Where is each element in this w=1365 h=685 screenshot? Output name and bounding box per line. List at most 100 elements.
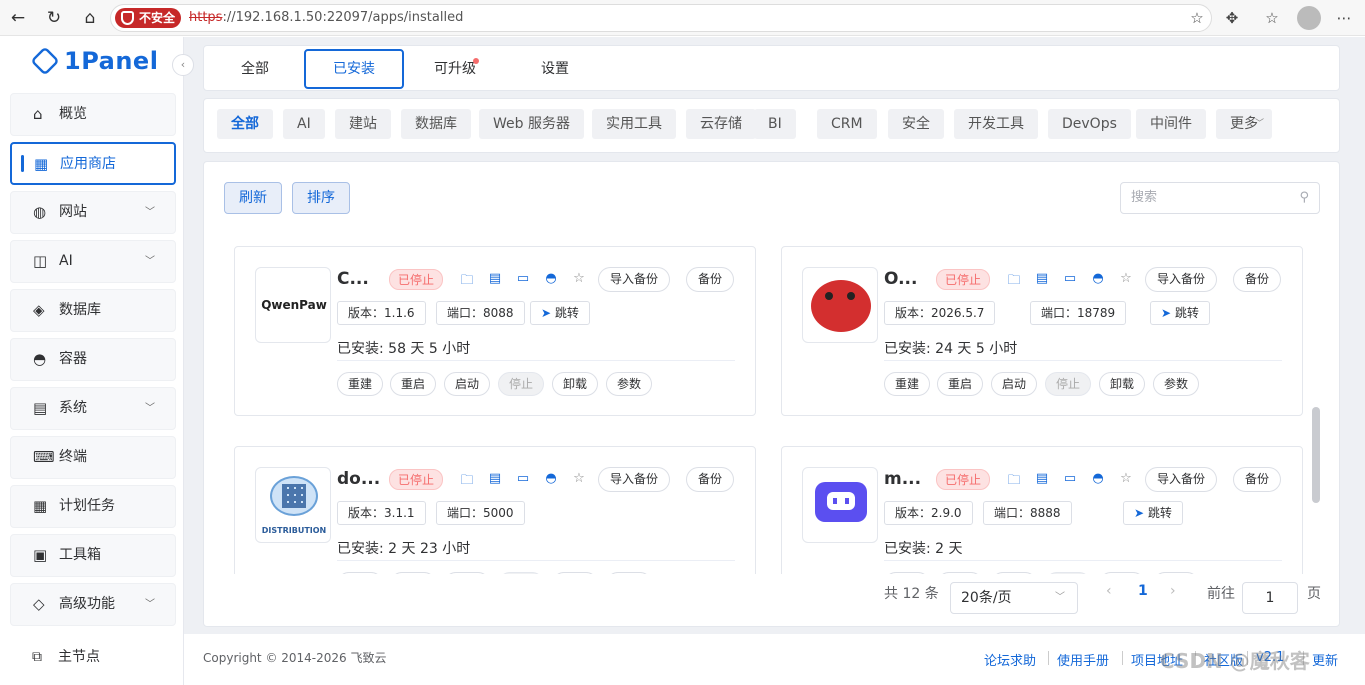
sidebar-item-3[interactable]: ◫ AI ﹀ — [10, 240, 176, 283]
folder-icon[interactable]: 🗀 — [459, 271, 475, 293]
refresh-button[interactable]: 刷新 — [224, 182, 282, 214]
star-icon[interactable]: ☆ — [1118, 271, 1134, 286]
jump-button[interactable]: ➤ 跳转 — [1150, 301, 1210, 325]
sidebar-item-7[interactable]: ⌨ 终端 — [10, 436, 176, 479]
category-1[interactable]: AI — [283, 109, 325, 139]
import-backup-button[interactable]: 导入备份 — [1145, 467, 1218, 492]
action-0-button[interactable]: 重建 — [884, 372, 931, 396]
tab-upgradable[interactable]: 可升级 — [424, 49, 486, 89]
action-2-button[interactable]: 启动 — [991, 572, 1038, 574]
home-icon[interactable]: ⌂ — [78, 6, 102, 30]
action-0-button[interactable]: 重建 — [337, 372, 384, 396]
backup-button[interactable]: 备份 — [1233, 267, 1282, 292]
category-2[interactable]: 建站 — [335, 109, 391, 139]
tab-settings[interactable]: 设置 — [524, 49, 586, 89]
backup-button[interactable]: 备份 — [1233, 467, 1282, 492]
action-4-button[interactable]: 卸载 — [1099, 572, 1146, 574]
import-backup-button[interactable]: 导入备份 — [1145, 267, 1218, 292]
action-4-button[interactable]: 卸载 — [552, 572, 599, 574]
app-card[interactable]: m... 已停止 🗀 ▤ ▭ ◓ ☆ 导入备份 备份 版本：2.9.0 端口：8888 ➤ 跳转 已安装… — [781, 446, 1303, 574]
more-menu-icon[interactable]: ⋯ — [1334, 8, 1354, 28]
category-11[interactable]: DevOps — [1048, 109, 1131, 139]
list-scrollbar[interactable] — [1312, 407, 1320, 503]
page-number-current[interactable]: 1 — [1138, 583, 1148, 599]
action-2-button[interactable]: 启动 — [444, 372, 491, 396]
profile-avatar[interactable] — [1297, 6, 1321, 30]
extensions-icon[interactable]: ✥ — [1222, 8, 1242, 28]
favorites-icon[interactable]: ☆ — [1262, 8, 1282, 28]
log-icon[interactable]: ▤ — [487, 471, 503, 486]
collapse-sidebar-button[interactable]: ‹ — [172, 54, 194, 76]
action-5-button[interactable]: 参数 — [606, 572, 653, 574]
sidebar-item-0[interactable]: ⌂ 概览 — [10, 93, 176, 136]
action-2-button[interactable]: 启动 — [444, 572, 491, 574]
action-5-button[interactable]: 参数 — [1153, 372, 1200, 396]
terminal-icon[interactable]: ▭ — [515, 471, 531, 486]
action-1-button[interactable]: 重启 — [937, 372, 984, 396]
page-size-select[interactable]: 20条/页 ﹀ — [950, 582, 1078, 614]
folder-icon[interactable]: 🗀 — [1006, 271, 1022, 293]
category-6[interactable]: 云存储 — [686, 109, 756, 139]
action-1-button[interactable]: 重启 — [390, 372, 437, 396]
action-0-button[interactable]: 重建 — [337, 572, 384, 574]
app-card[interactable]: DISTRIBUTION do... 已停止 🗀 ▤ ▭ ◓ ☆ 导入备份 备份 版本：3.1.1 端… — [234, 446, 756, 574]
log-icon[interactable]: ▤ — [1034, 271, 1050, 286]
folder-icon[interactable]: 🗀 — [1006, 471, 1022, 493]
jump-button[interactable]: ➤ 跳转 — [530, 301, 590, 325]
category-3[interactable]: 数据库 — [401, 109, 471, 139]
category-9[interactable]: 安全 — [888, 109, 944, 139]
insecure-badge[interactable]: 不安全 — [115, 8, 182, 28]
backup-button[interactable]: 备份 — [686, 267, 735, 292]
action-2-button[interactable]: 启动 — [991, 372, 1038, 396]
terminal-icon[interactable]: ▭ — [1062, 271, 1078, 286]
logo[interactable]: 1Panel — [30, 46, 158, 76]
action-1-button[interactable]: 重启 — [937, 572, 984, 574]
star-icon[interactable]: ☆ — [571, 271, 587, 286]
sidebar-item-5[interactable]: ◓ 容器 — [10, 338, 176, 381]
docker-icon[interactable]: ◓ — [1090, 471, 1106, 486]
action-5-button[interactable]: 参数 — [606, 372, 653, 396]
prev-page-icon[interactable]: ‹ — [1106, 583, 1112, 599]
terminal-icon[interactable]: ▭ — [1062, 471, 1078, 486]
address-bar[interactable]: 不安全 https://192.168.1.50:22097/apps/inst… — [110, 4, 1212, 32]
sidebar-item-4[interactable]: ◈ 数据库 — [10, 289, 176, 332]
sort-button[interactable]: 排序 — [292, 182, 350, 214]
next-page-icon[interactable]: › — [1170, 583, 1176, 599]
action-4-button[interactable]: 卸载 — [552, 372, 599, 396]
sidebar-item-6[interactable]: ▤ 系统 ﹀ — [10, 387, 176, 430]
category-7[interactable]: BI — [754, 109, 796, 139]
sidebar-item-9[interactable]: ▣ 工具箱 — [10, 534, 176, 577]
jump-button[interactable]: ➤ 跳转 — [1123, 501, 1183, 525]
import-backup-button[interactable]: 导入备份 — [598, 467, 671, 492]
star-icon[interactable]: ☆ — [571, 471, 587, 486]
docker-icon[interactable]: ◓ — [543, 271, 559, 286]
sidebar-item-1[interactable]: ▦ 应用商店 — [10, 142, 176, 185]
app-name[interactable]: O... — [884, 269, 917, 289]
category-10[interactable]: 开发工具 — [954, 109, 1038, 139]
action-1-button[interactable]: 重启 — [390, 572, 437, 574]
star-icon[interactable]: ☆ — [1118, 471, 1134, 486]
docker-icon[interactable]: ◓ — [543, 471, 559, 486]
terminal-icon[interactable]: ▭ — [515, 271, 531, 286]
favorite-star-icon[interactable]: ☆ — [1187, 8, 1207, 28]
sidebar-item-2[interactable]: ◍ 网站 ﹀ — [10, 191, 176, 234]
tab-all[interactable]: 全部 — [224, 49, 286, 89]
sidebar-item-8[interactable]: ▦ 计划任务 — [10, 485, 176, 528]
action-5-button[interactable]: 参数 — [1153, 572, 1200, 574]
sidebar-item-10[interactable]: ◇ 高级功能 ﹀ — [10, 583, 176, 626]
log-icon[interactable]: ▤ — [487, 271, 503, 286]
category-0[interactable]: 全部 — [217, 109, 273, 139]
footer-link-1[interactable]: 使用手册 — [1057, 650, 1109, 669]
back-icon[interactable]: ← — [6, 6, 30, 30]
sidebar-item-main-node[interactable]: ⧉ 主节点 — [10, 637, 176, 677]
docker-icon[interactable]: ◓ — [1090, 271, 1106, 286]
goto-page-input[interactable]: 1 — [1242, 582, 1298, 614]
action-4-button[interactable]: 卸载 — [1099, 372, 1146, 396]
import-backup-button[interactable]: 导入备份 — [598, 267, 671, 292]
app-card[interactable]: QwenPaw C... 已停止 🗀 ▤ ▭ ◓ ☆ 导入备份 备份 版本：1.1.6 端口：8088… — [234, 246, 756, 416]
folder-icon[interactable]: 🗀 — [459, 471, 475, 493]
app-name[interactable]: do... — [337, 469, 380, 489]
category-12[interactable]: 中间件 — [1136, 109, 1206, 139]
log-icon[interactable]: ▤ — [1034, 471, 1050, 486]
app-card[interactable]: O... 已停止 🗀 ▤ ▭ ◓ ☆ 导入备份 备份 版本：2026.5.7 端口：18789 ➤ 跳… — [781, 246, 1303, 416]
